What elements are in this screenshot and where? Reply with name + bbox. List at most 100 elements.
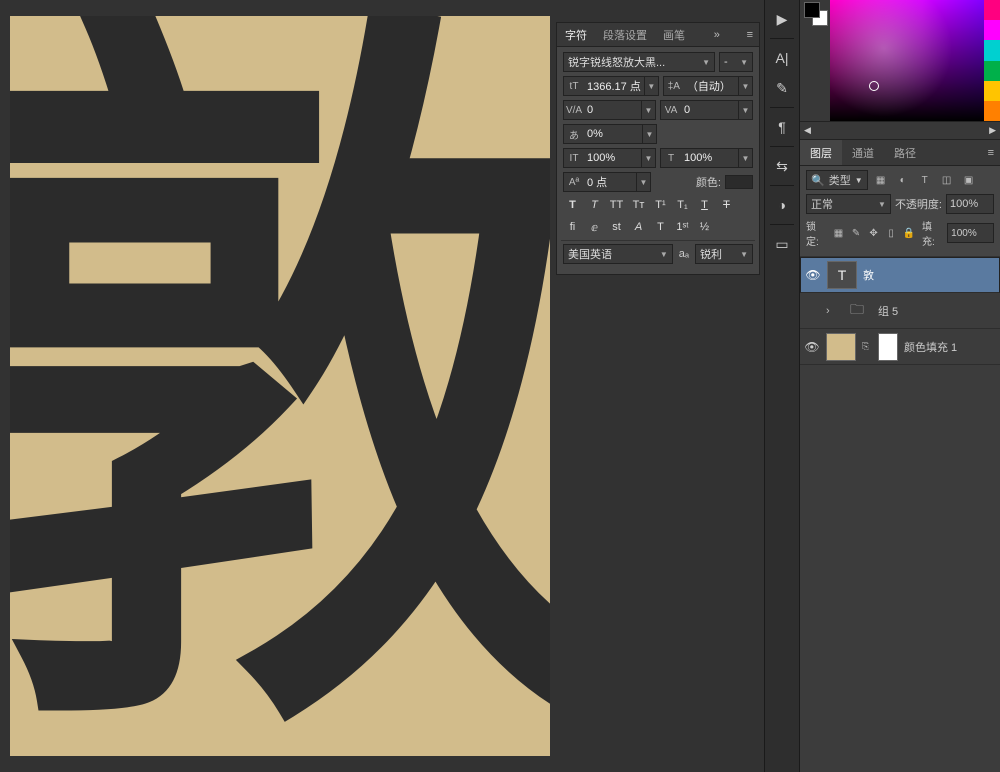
all-caps-button[interactable]: TT bbox=[607, 196, 626, 214]
text-color-swatch[interactable] bbox=[725, 175, 753, 189]
opacity-field[interactable]: 100% bbox=[946, 194, 994, 214]
titling-button[interactable]: T bbox=[651, 218, 670, 236]
play-icon[interactable]: ▶ bbox=[768, 6, 796, 32]
leading-field[interactable]: ‡A （自动） ▼ bbox=[663, 76, 753, 96]
filter-shape-icon[interactable]: ◫ bbox=[938, 171, 956, 189]
opacity-value: 100% bbox=[950, 198, 978, 210]
tab-brush[interactable]: 画笔 bbox=[661, 23, 687, 47]
slider-arrow-icon[interactable]: ▶ bbox=[989, 125, 996, 136]
layer-thumbnail[interactable]: T bbox=[827, 261, 857, 289]
hue-swatch-strip[interactable] bbox=[984, 0, 1000, 121]
tab-channels[interactable]: 通道 bbox=[842, 140, 884, 165]
swash-button[interactable]: A bbox=[629, 218, 648, 236]
foreground-background-swatch[interactable] bbox=[800, 0, 830, 121]
layer-mask-thumbnail[interactable] bbox=[878, 333, 898, 361]
chevron-down-icon[interactable]: ▼ bbox=[641, 101, 655, 119]
character-panel-icon[interactable]: A| bbox=[768, 45, 796, 71]
folder-icon[interactable]: 🗀 bbox=[842, 297, 872, 325]
paragraph-panel-icon[interactable]: ¶ bbox=[768, 114, 796, 140]
layer-row[interactable]: 👁 ⎘ 颜色填充 1 bbox=[800, 329, 1000, 365]
tsume-field[interactable]: あ 0% ▼ bbox=[563, 124, 657, 144]
filter-image-icon[interactable]: ▦ bbox=[872, 171, 890, 189]
color-spectrum[interactable] bbox=[830, 0, 984, 121]
baseline-shift-value: 0 点 bbox=[584, 174, 636, 190]
canvas-text[interactable]: 敦 bbox=[10, 16, 550, 756]
chevron-down-icon[interactable]: ▼ bbox=[738, 77, 752, 95]
lock-position-icon[interactable]: ✎ bbox=[849, 226, 864, 241]
layer-row[interactable]: › 🗀 组 5 bbox=[800, 293, 1000, 329]
right-panel-dock: ◀ ▶ 图层 通道 路径 ≡ 🔍 类型 ▼ ▦ ◐ T ◫ ▣ 正常 ▼ bbox=[800, 0, 1000, 772]
layer-filter-select[interactable]: 🔍 类型 ▼ bbox=[806, 170, 868, 190]
vertical-scale-icon: IT bbox=[564, 153, 584, 164]
artboard[interactable]: 敦 bbox=[10, 16, 550, 756]
tab-paragraph[interactable]: 段落设置 bbox=[601, 23, 649, 47]
chevron-down-icon: ▼ bbox=[702, 58, 710, 67]
chevron-down-icon[interactable]: ▼ bbox=[738, 101, 752, 119]
antialias-select[interactable]: 锐利 ▼ bbox=[695, 244, 753, 264]
lock-artboard-icon[interactable]: ▯ bbox=[884, 226, 899, 241]
color-selector-ring[interactable] bbox=[869, 81, 879, 91]
horizontal-scale-field[interactable]: T 100% ▼ bbox=[660, 148, 753, 168]
filter-smart-icon[interactable]: ▣ bbox=[960, 171, 978, 189]
layer-name[interactable]: 敦 bbox=[863, 267, 874, 283]
language-select[interactable]: 美国英语 ▼ bbox=[563, 244, 673, 264]
horizontal-scale-icon: T bbox=[661, 153, 681, 164]
chevron-down-icon[interactable]: ▼ bbox=[642, 125, 656, 143]
font-family-select[interactable]: 锐字锐线怒放大黑... ▼ bbox=[563, 52, 715, 72]
filter-type-icon[interactable]: T bbox=[916, 171, 934, 189]
chevron-down-icon[interactable]: ▼ bbox=[641, 149, 655, 167]
lock-pixels-icon[interactable]: ▦ bbox=[831, 226, 846, 241]
chevron-down-icon[interactable]: ▼ bbox=[738, 149, 752, 167]
baseline-shift-field[interactable]: Aª 0 点 ▼ bbox=[563, 172, 651, 192]
tab-layers[interactable]: 图层 bbox=[800, 140, 842, 165]
ligatures-button[interactable]: fi bbox=[563, 218, 582, 236]
filter-adjustment-icon[interactable]: ◐ bbox=[894, 171, 912, 189]
layer-name[interactable]: 组 5 bbox=[878, 303, 898, 319]
panel-collapse-icon[interactable]: » bbox=[714, 29, 720, 41]
brush-panel-icon[interactable]: ✎ bbox=[768, 75, 796, 101]
tsume-value: 0% bbox=[584, 128, 642, 140]
visibility-toggle-icon[interactable]: 👁 bbox=[804, 340, 820, 354]
layer-row[interactable]: 👁 T 敦 bbox=[800, 257, 1000, 293]
contextual-alt-button[interactable]: ⅇ bbox=[585, 218, 604, 236]
slider-arrow-icon[interactable]: ◀ bbox=[804, 125, 811, 136]
styles-panel-icon[interactable]: ◑ bbox=[768, 192, 796, 218]
font-style-select[interactable]: - ▼ bbox=[719, 52, 753, 72]
vertical-scale-field[interactable]: IT 100% ▼ bbox=[563, 148, 656, 168]
panel-menu-icon[interactable]: ≡ bbox=[982, 147, 1000, 159]
faux-bold-button[interactable]: T bbox=[563, 196, 582, 214]
superscript-button[interactable]: T¹ bbox=[651, 196, 670, 214]
tab-paths[interactable]: 路径 bbox=[884, 140, 926, 165]
link-icon: ⎘ bbox=[862, 341, 872, 352]
layer-list[interactable]: 👁 T 敦 › 🗀 组 5 👁 ⎘ 颜色填充 1 bbox=[800, 257, 1000, 772]
antialias-value: 锐利 bbox=[700, 246, 722, 262]
fill-field[interactable]: 100% bbox=[947, 223, 994, 243]
chevron-right-icon[interactable]: › bbox=[826, 305, 836, 317]
kerning-field[interactable]: V/A 0 ▼ bbox=[563, 100, 656, 120]
font-size-field[interactable]: tT 1366.17 点 ▼ bbox=[563, 76, 659, 96]
layers-panel-icon[interactable]: ▭ bbox=[768, 231, 796, 257]
foreground-color-swatch[interactable] bbox=[804, 2, 820, 18]
strikethrough-button[interactable]: T bbox=[717, 196, 736, 214]
chevron-down-icon[interactable]: ▼ bbox=[644, 77, 658, 95]
chevron-down-icon[interactable]: ▼ bbox=[636, 173, 650, 191]
visibility-toggle-icon[interactable]: 👁 bbox=[805, 268, 821, 282]
layer-name[interactable]: 颜色填充 1 bbox=[904, 339, 957, 355]
canvas-area[interactable]: 敦 bbox=[0, 0, 560, 772]
lock-all-icon[interactable]: 🔒 bbox=[901, 226, 916, 241]
faux-italic-button[interactable]: T bbox=[585, 196, 604, 214]
layers-panel-tabs: 图层 通道 路径 ≡ bbox=[800, 140, 1000, 166]
ordinals-button[interactable]: 1ˢᵗ bbox=[673, 218, 692, 236]
adjustments-panel-icon[interactable]: ⇆ bbox=[768, 153, 796, 179]
fractions-button[interactable]: ½ bbox=[695, 218, 714, 236]
underline-button[interactable]: T bbox=[695, 196, 714, 214]
small-caps-button[interactable]: Tᴛ bbox=[629, 196, 648, 214]
subscript-button[interactable]: T₁ bbox=[673, 196, 692, 214]
tracking-field[interactable]: VA 0 ▼ bbox=[660, 100, 753, 120]
panel-menu-icon[interactable]: ≡ bbox=[747, 29, 753, 41]
stylistic-button[interactable]: st bbox=[607, 218, 626, 236]
blend-mode-select[interactable]: 正常 ▼ bbox=[806, 194, 891, 214]
lock-move-icon[interactable]: ✥ bbox=[866, 226, 881, 241]
layer-thumbnail[interactable] bbox=[826, 333, 856, 361]
tab-character[interactable]: 字符 bbox=[563, 23, 589, 47]
